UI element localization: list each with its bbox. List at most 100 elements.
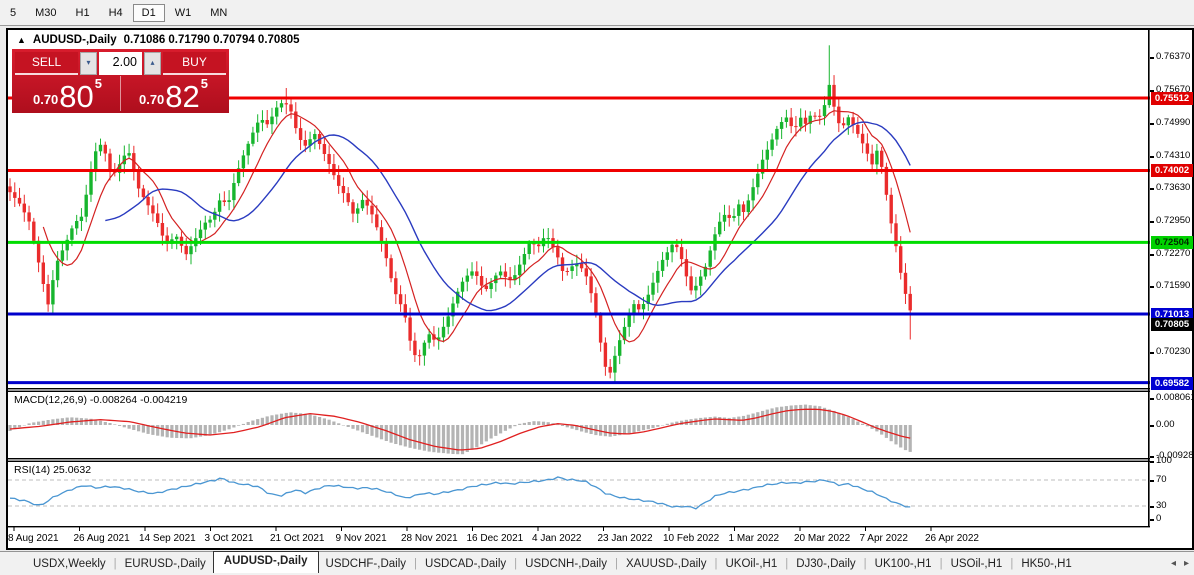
tab-usdcnh-daily[interactable]: USDCNH-,Daily: [518, 555, 614, 573]
date-axis-label: 21 Oct 2021: [270, 533, 325, 544]
macd-tick-label: 0.00: [1156, 419, 1175, 430]
tab-ukoil-h1[interactable]: UKOil-,H1: [718, 555, 784, 573]
candle: [632, 300, 636, 324]
candle: [613, 346, 617, 383]
collapse-icon[interactable]: ▲: [17, 35, 26, 45]
candle: [22, 194, 26, 222]
candle: [541, 228, 546, 253]
candle: [389, 254, 393, 283]
candle: [298, 118, 303, 151]
candle: [656, 261, 660, 293]
tab-scroll-arrows: ◂ ▸: [1171, 558, 1194, 569]
axis-tick-mark: [1150, 398, 1154, 400]
candle: [41, 255, 45, 292]
candle: [284, 88, 288, 115]
tab-audusd-daily[interactable]: AUDUSD-,Daily: [212, 551, 319, 573]
candle: [356, 203, 360, 223]
candle: [365, 190, 369, 215]
candle: [537, 236, 541, 253]
candle: [236, 160, 241, 187]
candle: [370, 195, 374, 224]
volume-input[interactable]: 2.00: [99, 52, 142, 75]
tab-scroll-left-icon[interactable]: ◂: [1171, 558, 1176, 569]
candle: [756, 163, 760, 195]
date-axis-label: 7 Apr 2022: [860, 533, 909, 544]
tab-usdchf-daily[interactable]: USDCHF-,Daily: [319, 555, 414, 573]
timeframe-m30[interactable]: M30: [26, 4, 65, 22]
date-axis-label: 23 Jan 2022: [598, 533, 653, 544]
candle: [84, 184, 88, 223]
axis-tick-mark: [1150, 519, 1154, 521]
candle: [251, 126, 255, 147]
date-axis-label: 20 Mar 2022: [794, 533, 851, 544]
axis-tick-mark: [1150, 425, 1154, 427]
price-tick-label: 0.71590: [1156, 280, 1191, 291]
candle: [732, 208, 736, 222]
axis-tick-mark: [1150, 461, 1154, 463]
axis-tick-mark: [1150, 352, 1154, 354]
tab-separator: |: [939, 557, 943, 570]
tab-usoil-h1[interactable]: USOil-,H1: [944, 555, 1010, 573]
rsi-layer: [8, 476, 1147, 510]
tab-eurusd-daily[interactable]: EURUSD-,Daily: [118, 555, 213, 573]
chart-symbol-label: AUDUSD-,Daily: [32, 34, 117, 46]
candle: [694, 276, 698, 299]
candle: [94, 142, 98, 182]
tab-dj30-daily[interactable]: DJ30-,Daily: [789, 555, 862, 573]
axis-tick-mark: [1150, 188, 1154, 190]
candle: [518, 255, 522, 286]
candle: [603, 337, 608, 376]
buy-price-sup: 5: [200, 76, 209, 91]
candle: [465, 268, 469, 292]
rsi-label: RSI(14) 25.0632: [14, 464, 92, 476]
timeframe-mn[interactable]: MN: [201, 4, 236, 22]
candle: [165, 227, 169, 252]
candle: [213, 207, 217, 228]
buy-price-base: 0.70: [138, 92, 165, 107]
date-axis-label: 28 Nov 2021: [401, 533, 458, 544]
candle: [770, 133, 774, 157]
candle: [403, 294, 407, 323]
candle: [341, 177, 346, 203]
candle: [260, 110, 265, 132]
sell-button[interactable]: SELL: [15, 52, 78, 75]
candle: [460, 277, 465, 300]
tab-xauusd-daily[interactable]: XAUUSD-,Daily: [619, 555, 714, 573]
volume-decrease-button[interactable]: ▾: [80, 52, 97, 75]
candle: [65, 234, 69, 261]
buy-price[interactable]: 0.70 82 5: [120, 76, 226, 112]
candle: [565, 267, 569, 276]
candle: [870, 144, 874, 170]
candle: [441, 316, 446, 343]
candle: [17, 187, 22, 207]
timeframe-h4[interactable]: H4: [100, 4, 132, 22]
trade-widget: SELL ▾ 2.00 ▴ BUY 0.70 80 5 0.70 82 5: [12, 49, 229, 113]
candle: [222, 191, 226, 207]
axis-tick-mark: [1150, 254, 1154, 256]
candle: [46, 274, 50, 312]
tab-uk100-h1[interactable]: UK100-,H1: [868, 555, 939, 573]
tab-usdx-weekly[interactable]: USDX,Weekly: [26, 555, 113, 573]
candle: [422, 340, 427, 366]
tab-separator: |: [714, 557, 718, 570]
tab-usdcad-daily[interactable]: USDCAD-,Daily: [418, 555, 513, 573]
timeframe-w1[interactable]: W1: [166, 4, 201, 22]
candle: [346, 187, 350, 206]
price-tick-label: 0.72950: [1156, 215, 1191, 226]
timeframe-5[interactable]: 5: [1, 4, 25, 22]
candle: [789, 108, 793, 134]
candle: [665, 246, 669, 267]
axis-tick-mark: [1150, 480, 1154, 482]
axis-tick-mark: [1150, 123, 1154, 125]
candle: [75, 214, 79, 235]
tab-scroll-right-icon[interactable]: ▸: [1184, 558, 1189, 569]
tab-hk50-h1[interactable]: HK50-,H1: [1014, 555, 1079, 573]
timeframe-h1[interactable]: H1: [67, 4, 99, 22]
candle: [570, 259, 574, 279]
sell-price[interactable]: 0.70 80 5: [15, 76, 120, 112]
candle: [98, 138, 103, 156]
buy-button[interactable]: BUY: [163, 52, 226, 75]
timeframe-d1[interactable]: D1: [132, 3, 165, 22]
price-tick-label: 0.70230: [1156, 346, 1191, 357]
volume-increase-button[interactable]: ▴: [144, 52, 161, 75]
